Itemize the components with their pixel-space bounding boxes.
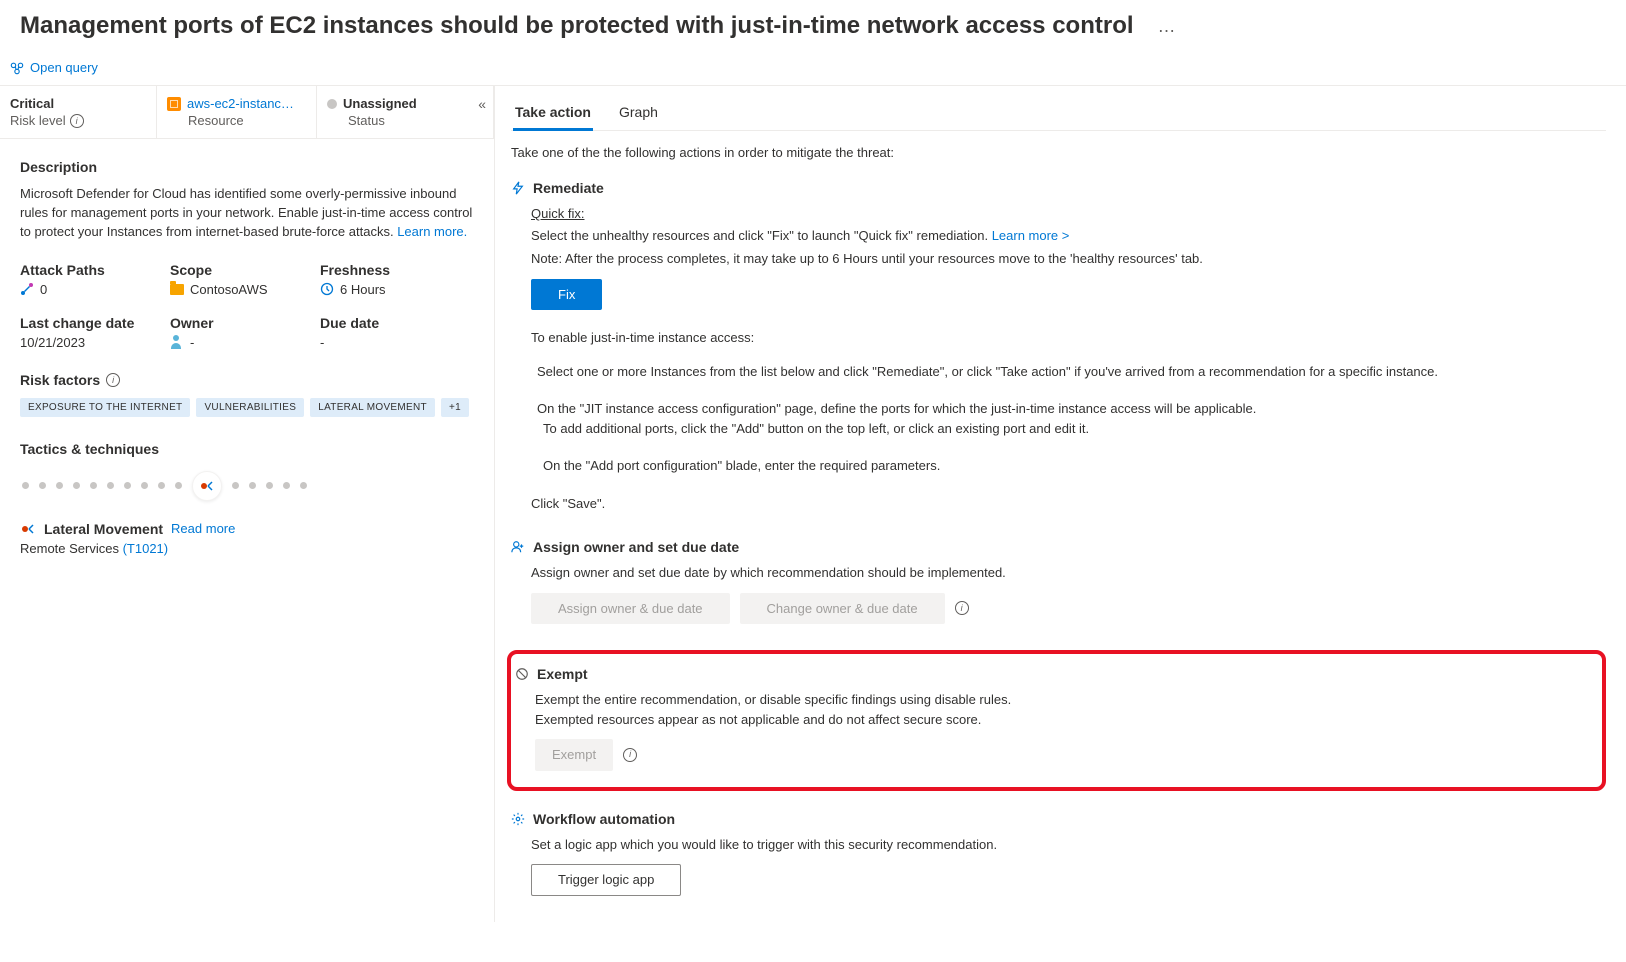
open-query-link[interactable]: Open query: [30, 60, 98, 75]
change-owner-button[interactable]: Change owner & due date: [740, 593, 945, 625]
assign-owner-heading: Assign owner and set due date: [533, 539, 739, 555]
last-change-value: 10/21/2023: [20, 335, 170, 350]
risk-level-value: Critical: [10, 96, 144, 111]
tab-take-action[interactable]: Take action: [513, 98, 593, 130]
jit-step-1: Select one or more Instances from the li…: [531, 362, 1606, 382]
attack-paths-label: Attack Paths: [20, 262, 170, 278]
workflow-desc: Set a logic app which you would like to …: [531, 835, 1606, 855]
lateral-movement-icon: [20, 521, 36, 537]
scope-value: ContosoAWS: [190, 282, 268, 297]
lightning-icon: [511, 181, 525, 195]
server-icon: [167, 97, 181, 111]
freshness-label: Freshness: [320, 262, 470, 278]
due-date-value: -: [320, 335, 470, 350]
workflow-heading: Workflow automation: [533, 811, 675, 827]
collapse-icon[interactable]: «: [478, 96, 486, 112]
remote-services-text: Remote Services: [20, 541, 123, 556]
folder-icon: [170, 284, 184, 295]
tactic-active-icon[interactable]: [192, 471, 222, 501]
tab-graph[interactable]: Graph: [617, 98, 660, 130]
tactics-timeline: [20, 471, 474, 501]
status-label: Status: [327, 113, 481, 128]
quick-fix-note: Note: After the process completes, it ma…: [531, 249, 1606, 269]
status-cell: Unassigned Status: [317, 86, 494, 138]
jit-step-3: On the "Add port configuration" blade, e…: [531, 456, 1606, 476]
exempt-desc-2: Exempted resources appear as not applica…: [535, 710, 1590, 730]
due-date-label: Due date: [320, 315, 470, 331]
quick-fix-text: Select the unhealthy resources and click…: [531, 228, 992, 243]
risk-level-label: Risk level: [10, 113, 66, 128]
resource-link[interactable]: aws-ec2-instanc…: [187, 96, 294, 111]
jit-step-2a: On the "JIT instance access configuratio…: [537, 399, 1606, 419]
remote-services-link[interactable]: (T1021): [123, 541, 169, 556]
info-icon[interactable]: i: [70, 114, 84, 128]
exempt-heading: Exempt: [537, 666, 588, 682]
resource-label: Resource: [167, 113, 304, 128]
freshness-value: 6 Hours: [340, 282, 386, 297]
assign-owner-button[interactable]: Assign owner & due date: [531, 593, 730, 625]
fix-button[interactable]: Fix: [531, 279, 602, 311]
risk-level-cell: Critical Risk level i: [0, 86, 157, 138]
assign-owner-desc: Assign owner and set due date by which r…: [531, 563, 1606, 583]
status-dot-icon: [327, 99, 337, 109]
enable-jit-intro: To enable just-in-time instance access:: [531, 328, 1606, 348]
description-heading: Description: [20, 159, 474, 175]
attack-path-icon: [20, 282, 34, 296]
lateral-movement-label: Lateral Movement: [44, 521, 163, 537]
description-learn-more[interactable]: Learn more.: [397, 224, 467, 239]
info-icon[interactable]: i: [623, 748, 637, 762]
last-change-label: Last change date: [20, 315, 170, 331]
remediate-heading: Remediate: [533, 180, 604, 196]
risk-tag-more[interactable]: +1: [441, 398, 469, 417]
attack-paths-value: 0: [40, 282, 47, 297]
more-icon[interactable]: …: [1158, 16, 1178, 37]
exempt-icon: [515, 667, 529, 681]
owner-label: Owner: [170, 315, 320, 331]
take-action-intro: Take one of the the following actions in…: [511, 145, 1606, 160]
exempt-desc-1: Exempt the entire recommendation, or dis…: [535, 690, 1590, 710]
quick-fix-label: Quick fix:: [531, 204, 1606, 224]
exempt-button[interactable]: Exempt: [535, 739, 613, 771]
risk-tag[interactable]: LATERAL MOVEMENT: [310, 398, 435, 417]
user-icon: [170, 335, 184, 349]
scope-label: Scope: [170, 262, 320, 278]
clock-icon: [320, 282, 334, 296]
assign-owner-icon: [511, 540, 525, 554]
jit-step-2b: To add additional ports, click the "Add"…: [537, 419, 1606, 439]
jit-step-4: Click "Save".: [531, 494, 1606, 514]
workflow-icon: [511, 812, 525, 826]
open-query-icon: [10, 61, 24, 75]
info-icon[interactable]: i: [106, 373, 120, 387]
trigger-logic-app-button[interactable]: Trigger logic app: [531, 864, 681, 896]
risk-factors-label: Risk factors: [20, 372, 100, 388]
risk-tag[interactable]: EXPOSURE TO THE INTERNET: [20, 398, 190, 417]
status-value: Unassigned: [343, 96, 417, 111]
resource-cell: aws-ec2-instanc… Resource: [157, 86, 317, 138]
read-more-link[interactable]: Read more: [171, 521, 235, 536]
owner-value: -: [190, 335, 194, 350]
risk-tag[interactable]: VULNERABILITIES: [196, 398, 304, 417]
page-title: Management ports of EC2 instances should…: [20, 12, 1134, 40]
info-icon[interactable]: i: [955, 601, 969, 615]
tactics-heading: Tactics & techniques: [20, 441, 474, 457]
quick-fix-learn-more[interactable]: Learn more >: [992, 228, 1070, 243]
